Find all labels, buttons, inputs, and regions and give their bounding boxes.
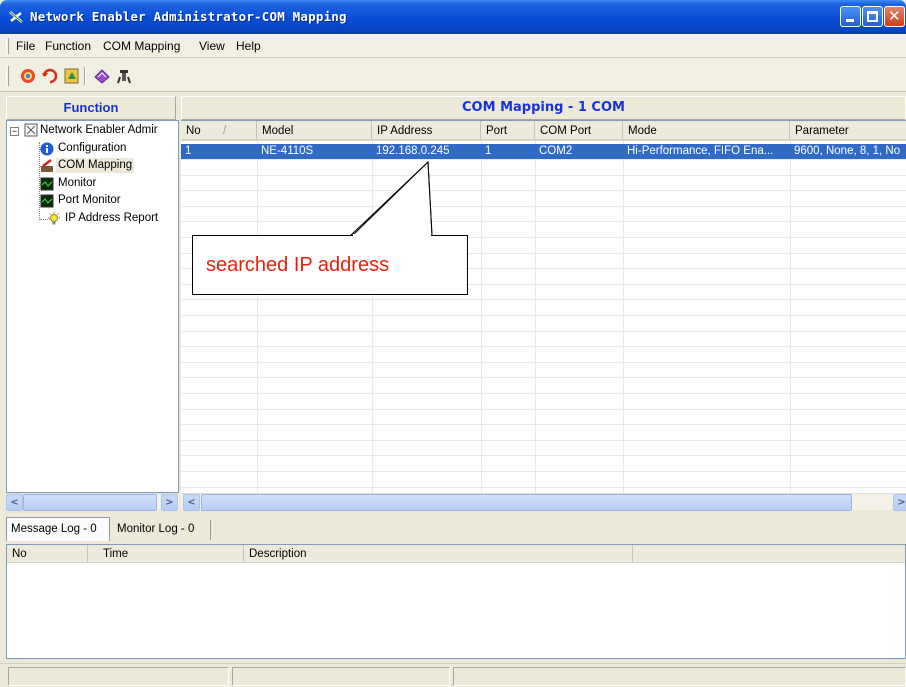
log-column-blank	[633, 545, 905, 563]
column-header-com-port[interactable]: COM Port	[535, 121, 623, 141]
com-mapping-icon	[41, 159, 53, 172]
sort-icon: /	[223, 125, 227, 137]
search-icon[interactable]	[40, 67, 60, 85]
grid-column-line	[535, 141, 536, 493]
com-mapping-header: COM Mapping - 1 COM	[181, 96, 906, 120]
bulb-icon	[48, 212, 60, 225]
tab-monitor-log[interactable]: Monitor Log - 0	[113, 520, 211, 540]
refresh-icon[interactable]	[18, 67, 38, 85]
grid-column-line	[623, 141, 624, 493]
log-column-no[interactable]: No	[7, 545, 88, 563]
info-icon	[40, 142, 54, 156]
menu-file[interactable]: File	[16, 39, 35, 53]
grid-column-line	[481, 141, 482, 493]
monitor-icon	[40, 177, 54, 191]
scroll-thumb[interactable]	[201, 494, 852, 511]
column-header-model[interactable]: Model	[257, 121, 372, 141]
toolbar-grip	[6, 66, 9, 86]
tree-item-label: Configuration	[58, 142, 127, 154]
annotation-text: searched IP address	[206, 254, 390, 276]
toolbar-separator	[84, 67, 86, 85]
grid-row-line	[181, 315, 906, 316]
tree-item-configuration[interactable]: Configuration	[7, 141, 177, 157]
log-column-time[interactable]: Time	[88, 545, 244, 563]
column-header-no[interactable]: No /	[181, 121, 257, 141]
settings-icon[interactable]	[92, 67, 112, 85]
menu-bar: File Function COM Mapping View Help	[0, 34, 906, 58]
status-bar	[0, 663, 906, 687]
log-column-description[interactable]: Description	[244, 545, 633, 563]
tree-scrollbar[interactable]: < >	[6, 493, 179, 511]
tree-item-label: COM Mapping	[56, 158, 135, 173]
title-bar: Network Enabler Administrator-COM Mappin…	[0, 0, 906, 34]
scroll-left-button[interactable]: <	[6, 494, 23, 511]
cell-parameter: 9600, None, 8, 1, No	[794, 145, 901, 157]
maximize-button[interactable]	[862, 6, 883, 27]
log-panel: No Time Description	[6, 544, 906, 659]
column-header-mode[interactable]: Mode	[623, 121, 790, 141]
tree-item-port-monitor[interactable]: Port Monitor	[7, 193, 177, 209]
minimize-icon	[846, 19, 854, 22]
close-icon: ✕	[888, 7, 901, 25]
tree-item-label: Monitor	[58, 177, 97, 189]
scroll-thumb[interactable]	[23, 494, 157, 511]
maximize-icon	[867, 11, 878, 22]
tree-root-label: Network Enabler Admir	[40, 124, 158, 136]
function-tree: − Network Enabler Admir Configuration CO…	[6, 120, 179, 493]
grid-row-line	[181, 346, 906, 348]
grid-row-line	[181, 455, 906, 457]
grid-row-line	[181, 471, 906, 472]
column-header-label: No	[186, 125, 201, 137]
network-icon	[24, 123, 38, 137]
column-header-ip-address[interactable]: IP Address	[372, 121, 481, 141]
cell-com-port: COM2	[539, 145, 573, 157]
wizard-icon[interactable]	[62, 67, 82, 85]
window-title: Network Enabler Administrator-COM Mappin…	[30, 9, 347, 24]
grid-row-line	[181, 424, 906, 426]
column-header-parameter[interactable]: Parameter	[790, 121, 906, 141]
function-panel-header: Function	[6, 96, 176, 120]
menu-function[interactable]: Function	[45, 39, 91, 53]
app-icon	[9, 11, 23, 23]
menu-grip	[6, 38, 9, 54]
status-cell	[453, 667, 906, 686]
scroll-right-button[interactable]: >	[161, 494, 178, 511]
collapse-icon[interactable]: −	[10, 127, 19, 136]
port-monitor-icon	[40, 194, 54, 208]
exit-icon[interactable]	[114, 67, 134, 85]
grid-row-line	[181, 330, 906, 332]
grid-row-line	[181, 377, 906, 379]
cell-port: 1	[485, 145, 492, 157]
tab-message-log[interactable]: Message Log - 0	[6, 517, 110, 541]
tree-item-com-mapping[interactable]: COM Mapping	[7, 158, 177, 174]
status-cell	[8, 667, 229, 686]
menu-view[interactable]: View	[199, 39, 225, 53]
minimize-button[interactable]	[840, 6, 861, 27]
grid-row-line	[181, 439, 906, 441]
grid-column-line	[790, 141, 791, 493]
status-cell	[232, 667, 450, 686]
scroll-right-button[interactable]: >	[893, 494, 906, 511]
tree-item-label: Port Monitor	[58, 194, 121, 206]
grid-row-line	[181, 408, 906, 410]
grid-row-line	[181, 361, 906, 363]
tree-item-label: IP Address Report	[65, 212, 159, 224]
menu-help[interactable]: Help	[236, 39, 261, 53]
grid-row-line	[181, 393, 906, 394]
table-scrollbar[interactable]: < >	[181, 493, 906, 511]
column-header-port[interactable]: Port	[481, 121, 535, 141]
close-button[interactable]: ✕	[884, 6, 905, 27]
cell-mode: Hi-Performance, FIFO Ena...	[627, 145, 774, 157]
menu-com-mapping[interactable]: COM Mapping	[103, 39, 180, 53]
scroll-left-button[interactable]: <	[183, 494, 200, 511]
tree-item-ip-address-report[interactable]: IP Address Report	[7, 211, 177, 227]
tree-item-monitor[interactable]: Monitor	[7, 176, 177, 192]
toolbar	[0, 59, 906, 92]
grid-row-line	[181, 486, 906, 488]
